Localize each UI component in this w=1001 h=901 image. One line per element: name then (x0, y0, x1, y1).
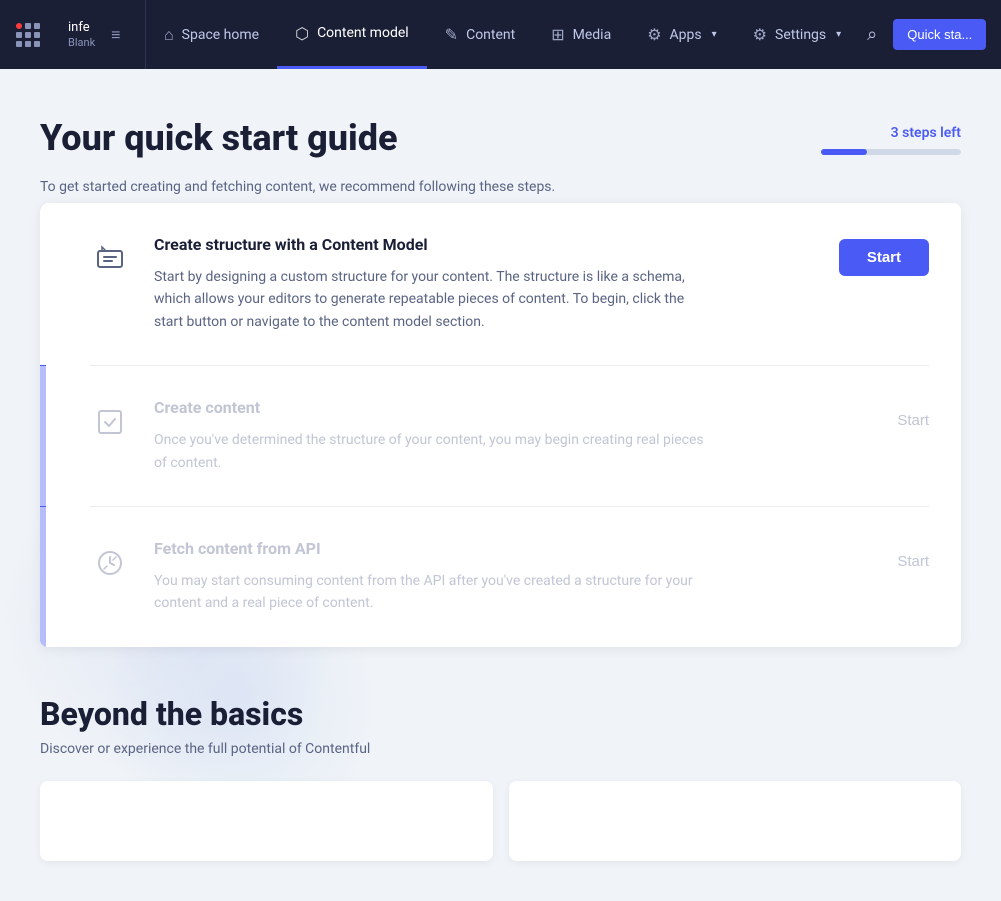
beyond-cards (40, 781, 961, 861)
step-3-icon (90, 543, 130, 583)
step-2-icon (90, 402, 130, 442)
guide-card: Create structure with a Content Model St… (40, 203, 961, 647)
guide-header: Your quick start guide 3 steps left (40, 117, 961, 171)
beyond-title: Beyond the basics (40, 695, 961, 733)
guide-title: Your quick start guide (40, 117, 398, 160)
step-2-content: Create content Once you've determined th… (154, 398, 805, 474)
step-2-desc: Once you've determined the structure of … (154, 429, 714, 474)
step-2-action: Start (829, 398, 929, 439)
guide-header-right: 3 steps left (821, 117, 961, 171)
beyond-card-1[interactable] (40, 781, 493, 861)
step-row-1: Create structure with a Content Model St… (40, 203, 961, 365)
step-row-2: Create content Once you've determined th… (40, 366, 961, 506)
settings-chevron-icon: ▾ (836, 29, 841, 40)
steps-left-badge: 3 steps left (891, 125, 961, 141)
step-1-start-button[interactable]: Start (839, 239, 929, 276)
grid-icon (16, 23, 40, 47)
step-3-action: Start (829, 539, 929, 580)
step-3-desc: You may start consuming content from the… (154, 570, 714, 615)
media-label: Media (573, 27, 612, 43)
brand-sub: Blank (68, 36, 95, 49)
step-row-3: Fetch content from API You may start con… (40, 507, 961, 647)
nav-apps[interactable]: ⚙ Apps ▾ (629, 0, 734, 69)
content-model-label: Content model (317, 25, 409, 41)
nav-settings[interactable]: ⚙ Settings ▾ (735, 0, 860, 69)
app-launcher[interactable] (0, 0, 56, 69)
hamburger-icon[interactable]: ≡ (111, 25, 120, 45)
content-model-icon: ⬡ (295, 24, 309, 43)
step-1-content: Create structure with a Content Model St… (154, 235, 805, 333)
media-icon: ⊞ (551, 25, 564, 44)
beyond-section: Beyond the basics Discover or experience… (40, 695, 961, 861)
content-label: Content (466, 27, 515, 43)
guide-subtitle: To get started creating and fetching con… (40, 179, 961, 195)
home-icon: ⌂ (164, 25, 174, 45)
content-icon: ✎ (445, 25, 458, 44)
step-1-icon (90, 239, 130, 279)
step-2-start-button: Start (897, 402, 929, 439)
beyond-card-2[interactable] (509, 781, 962, 861)
apps-label: Apps (670, 27, 702, 43)
step-3-start-button: Start (897, 543, 929, 580)
brand-name: infe (68, 20, 95, 37)
settings-icon: ⚙ (753, 25, 767, 44)
progress-bar-fill (821, 149, 867, 155)
apps-chevron-icon: ▾ (712, 29, 717, 40)
quick-start-button[interactable]: Quick sta... (893, 19, 986, 50)
nav-space-home[interactable]: ⌂ Space home (146, 0, 277, 69)
beyond-subtitle: Discover or experience the full potentia… (40, 741, 961, 757)
step-1-action: Start (829, 235, 929, 276)
apps-icon: ⚙ (647, 25, 661, 44)
nav-content-model[interactable]: ⬡ Content model (277, 0, 427, 69)
step-3-title: Fetch content from API (154, 539, 805, 558)
nav-media[interactable]: ⊞ Media (533, 0, 629, 69)
step-2-title: Create content (154, 398, 805, 417)
step-1-title: Create structure with a Content Model (154, 235, 805, 254)
step-1-desc: Start by designing a custom structure fo… (154, 266, 714, 333)
search-button[interactable]: ⌕ (859, 16, 885, 53)
progress-bar-container (821, 149, 961, 155)
space-home-label: Space home (182, 27, 259, 43)
main-content: Your quick start guide 3 steps left To g… (0, 69, 1001, 901)
nav-content[interactable]: ✎ Content (427, 0, 534, 69)
navbar: infe Blank ≡ ⌂ Space home ⬡ Content mode… (0, 0, 1001, 69)
nav-brand: infe Blank ≡ (56, 0, 146, 69)
settings-label: Settings (775, 27, 826, 43)
nav-right: ⌕ Quick sta... (859, 0, 1001, 69)
nav-items: ⌂ Space home ⬡ Content model ✎ Content ⊞… (146, 0, 859, 69)
step-3-content: Fetch content from API You may start con… (154, 539, 805, 615)
